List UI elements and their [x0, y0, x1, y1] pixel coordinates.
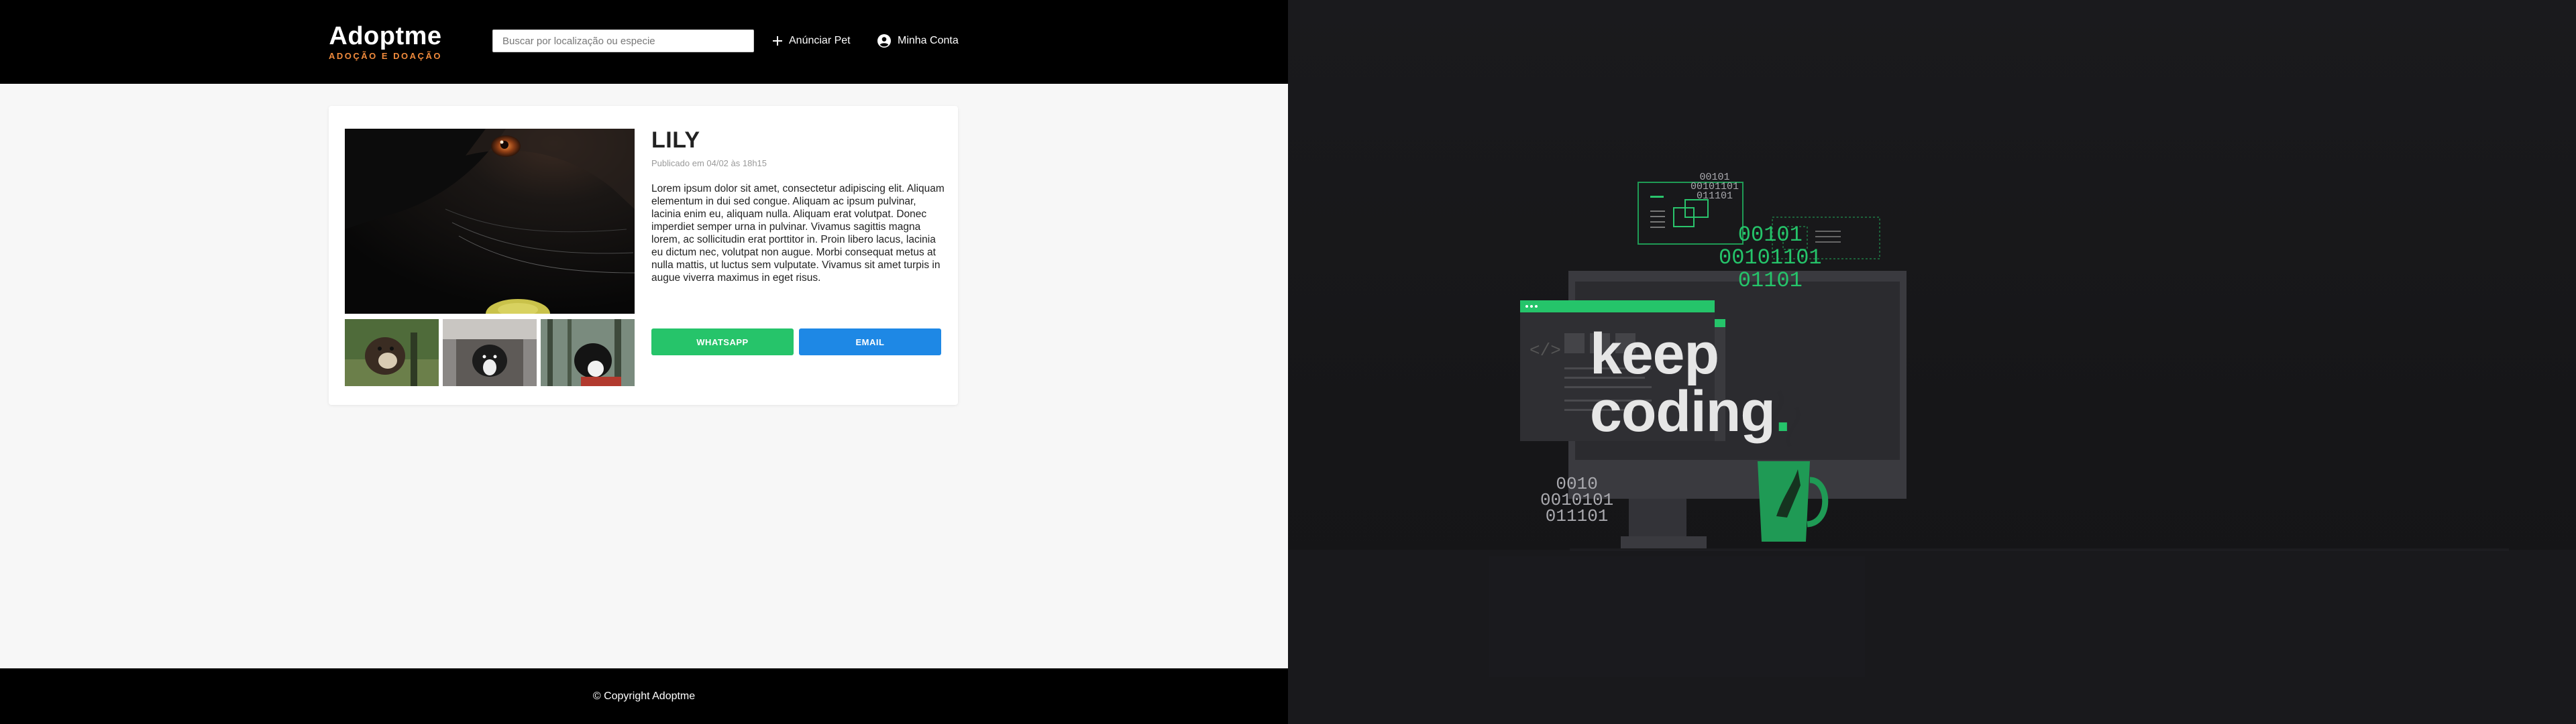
pet-thumbnail-2[interactable] — [443, 319, 537, 386]
logo-title: Adoptme — [329, 22, 442, 50]
account-circle-icon — [877, 34, 891, 48]
pet-thumbnail-3[interactable] — [541, 319, 635, 386]
logo-subtitle: ADOÇÃO E DOAÇÃO — [329, 51, 442, 61]
copyright-text: © Copyright Adoptme — [592, 690, 696, 702]
plus-icon — [773, 36, 782, 46]
email-button[interactable]: EMAIL — [799, 328, 941, 355]
binary-text-left: 0010 0010101 011101 — [1540, 474, 1614, 526]
announce-pet-button[interactable]: Anúnciar Pet — [773, 29, 851, 52]
slogan-line-2: coding — [1590, 379, 1776, 444]
slogan-line-1: keep — [1590, 322, 1719, 386]
pet-thumbnail-1[interactable] — [345, 319, 439, 386]
search-input[interactable] — [492, 29, 754, 52]
desktop-wallpaper: </> keep coding. 00101 00101101 011101 0… — [1288, 0, 2576, 724]
pet-main-photo[interactable] — [345, 129, 635, 314]
pet-published-date: Publicado em 04/02 às 18h15 — [651, 158, 767, 168]
site-footer: © Copyright Adoptme — [0, 668, 1288, 724]
keep-coding-slogan: keep coding. — [1590, 322, 1791, 440]
announce-pet-label: Anúnciar Pet — [789, 35, 851, 46]
whatsapp-button[interactable]: WHATSAPP — [651, 328, 794, 355]
pet-detail-card: LILY Publicado em 04/02 às 18h15 Lorem i… — [329, 106, 958, 405]
account-label: Minha Conta — [898, 35, 959, 46]
logo[interactable]: Adoptme ADOÇÃO E DOAÇÃO — [329, 21, 442, 62]
account-button[interactable]: Minha Conta — [877, 29, 959, 52]
binary-text-green: 00101 00101101 01101 — [1719, 223, 1822, 293]
browser-viewport-left: Adoptme ADOÇÃO E DOAÇÃO Anúnciar Pet Min… — [0, 0, 1288, 724]
pet-description: Lorem ipsum dolor sit amet, consectetur … — [651, 183, 945, 284]
keep-coding-illustration: </> — [1288, 182, 2576, 724]
binary-text-top: 00101 00101101 011101 — [1690, 172, 1739, 202]
site-header: Adoptme ADOÇÃO E DOAÇÃO Anúnciar Pet Min… — [0, 0, 1288, 84]
pet-name: LILY — [651, 127, 700, 153]
slogan-dot: . — [1774, 379, 1791, 444]
svg-text:</>: </> — [1529, 341, 1561, 361]
